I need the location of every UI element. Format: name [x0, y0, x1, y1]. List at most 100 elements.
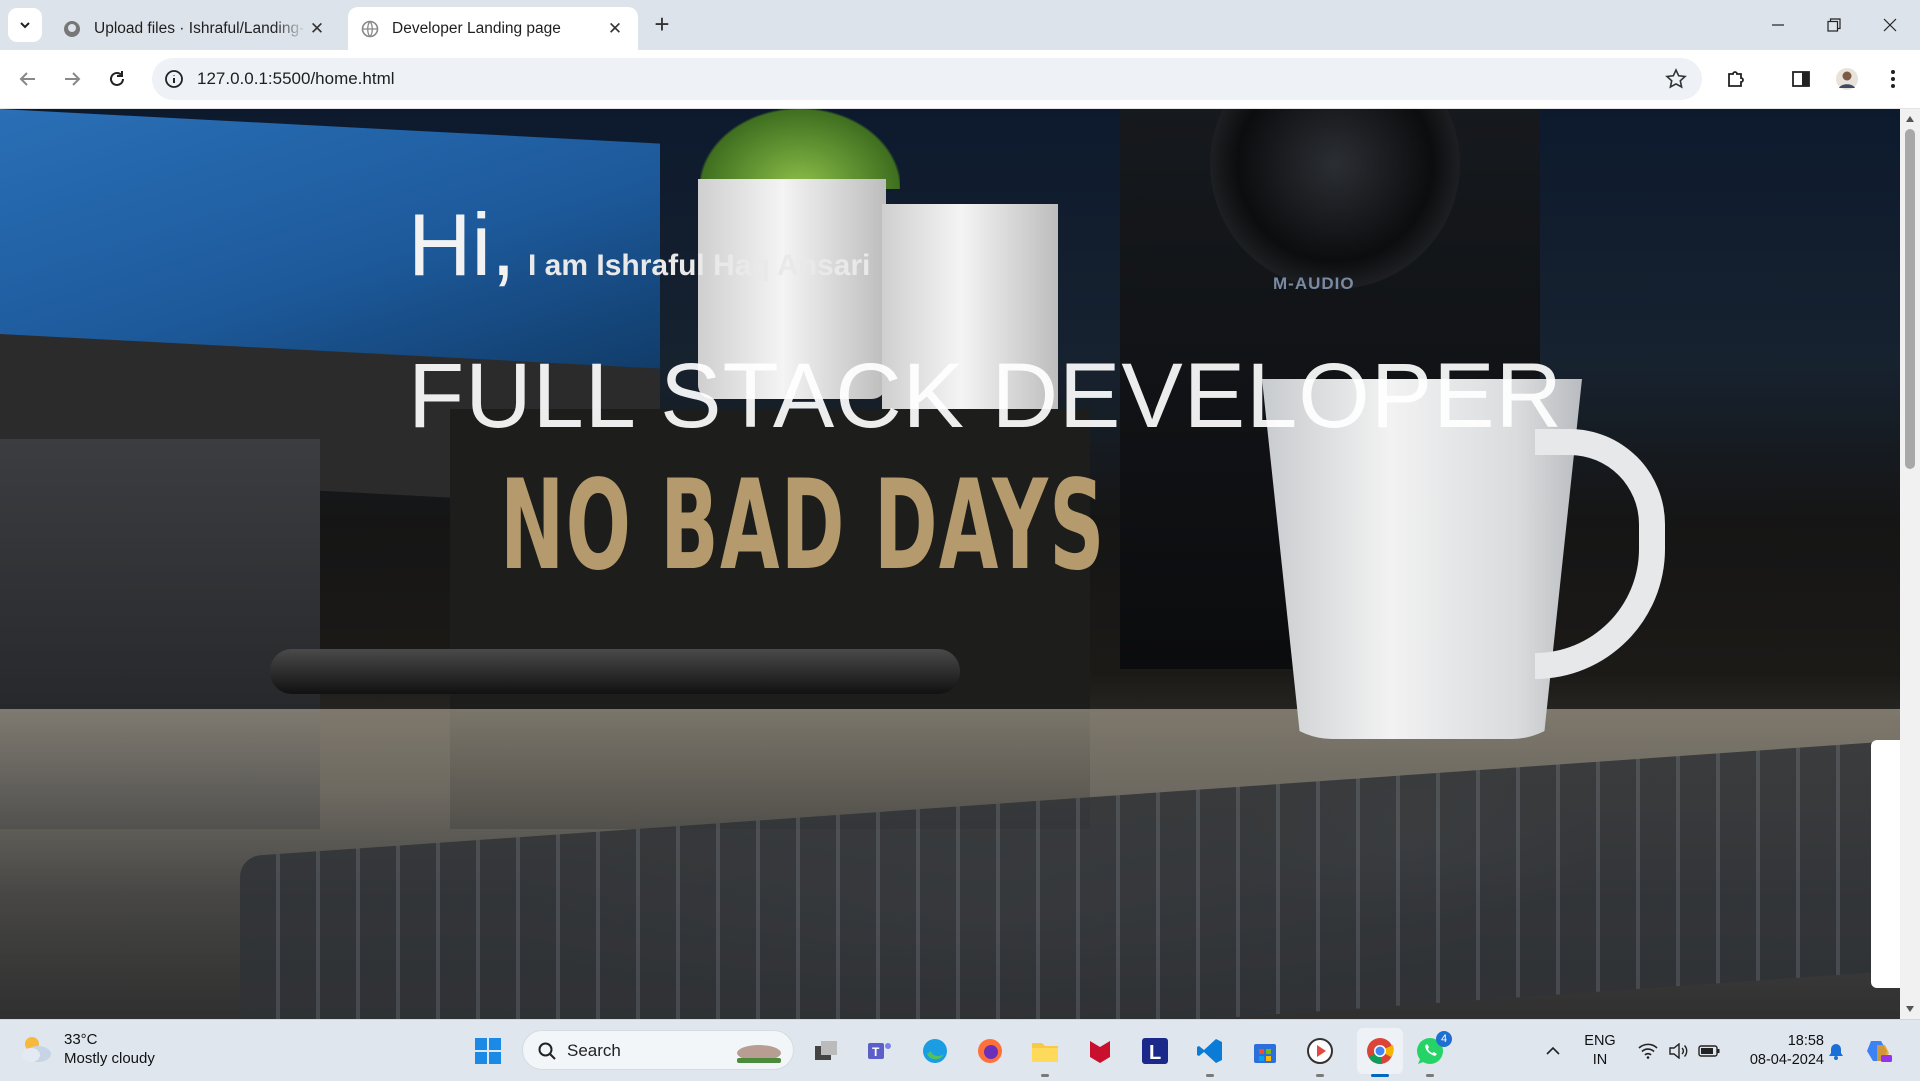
background-phone	[270, 649, 960, 694]
back-button[interactable]	[12, 63, 44, 95]
media-player-app[interactable]	[1302, 1033, 1338, 1069]
task-view-icon	[815, 1041, 837, 1060]
running-indicator	[1426, 1074, 1434, 1077]
site-info-icon[interactable]	[162, 67, 186, 91]
github-icon	[62, 19, 82, 39]
tab-title: Upload files · Ishraful/Landing-Page	[94, 19, 306, 37]
copilot-icon	[1867, 1040, 1892, 1062]
forward-button[interactable]	[56, 63, 88, 95]
svg-text:T: T	[872, 1045, 880, 1059]
whatsapp-app[interactable]: 4	[1412, 1031, 1452, 1069]
avatar-icon	[1836, 68, 1858, 90]
search-highlight-icon	[737, 1045, 781, 1063]
l-app-icon: L	[1142, 1038, 1168, 1064]
search-icon	[538, 1042, 556, 1060]
wifi-icon	[1638, 1043, 1658, 1059]
active-app-indicator	[1371, 1074, 1389, 1077]
hero-greeting: Hi, I am Ishraful Haq Ansari	[408, 201, 870, 289]
extensions-button[interactable]	[1720, 63, 1752, 95]
minimize-button[interactable]	[1750, 0, 1806, 50]
weather-temp: 33°C	[64, 1031, 98, 1048]
edge-app[interactable]	[917, 1033, 953, 1069]
notifications-button[interactable]	[1826, 1020, 1846, 1081]
copilot-button[interactable]	[1862, 1020, 1896, 1081]
tab-search-button[interactable]	[8, 8, 42, 42]
url-text[interactable]: 127.0.0.1:5500/home.html	[197, 69, 395, 89]
mcafee-icon	[1090, 1041, 1110, 1063]
arrow-left-icon	[19, 72, 35, 86]
kebab-menu-icon	[1891, 70, 1895, 88]
windows-taskbar: 33°C Mostly cloudy Search T L 4 ENG IN 1…	[0, 1019, 1920, 1081]
volume-status[interactable]	[1664, 1020, 1692, 1081]
photo-sign-text: NO BAD DAYS	[500, 454, 1106, 598]
tab-developer-landing-page[interactable]: Developer Landing page ✕	[348, 7, 638, 50]
taskbar-search-box[interactable]: Search	[522, 1030, 794, 1070]
show-hidden-icons-button[interactable]	[1538, 1020, 1568, 1081]
l-app[interactable]: L	[1137, 1033, 1173, 1069]
svg-text:L: L	[1149, 1042, 1161, 1064]
close-tab-icon[interactable]: ✕	[306, 18, 328, 40]
notification-badge: 4	[1436, 1031, 1452, 1047]
browser-menu-button[interactable]	[1877, 63, 1909, 95]
close-tab-icon[interactable]: ✕	[604, 18, 626, 40]
file-explorer-icon	[1032, 1043, 1058, 1062]
weather-widget[interactable]: 33°C Mostly cloudy	[18, 1030, 155, 1068]
task-view-button[interactable]	[808, 1033, 844, 1069]
windows-start-icon	[475, 1038, 501, 1064]
background-plant	[700, 109, 900, 189]
input-language-indicator[interactable]: ENG IN	[1572, 1032, 1628, 1070]
bookmark-star-icon[interactable]	[1664, 67, 1688, 91]
side-panel-button[interactable]	[1785, 63, 1817, 95]
page-scrollbar[interactable]	[1900, 109, 1920, 1019]
teams-app[interactable]: T	[862, 1033, 898, 1069]
firefox-icon	[978, 1039, 1002, 1063]
chevron-up-icon	[1546, 1046, 1560, 1055]
new-tab-button[interactable]: +	[648, 9, 676, 39]
chevron-down-icon	[20, 22, 30, 29]
role-title: FULL STACK DEVELOPER	[408, 345, 1563, 447]
wifi-status[interactable]	[1634, 1020, 1662, 1081]
minimize-icon	[1772, 24, 1784, 26]
restore-icon	[1827, 18, 1841, 32]
greeting-text: Hi,	[408, 195, 516, 294]
mcafee-app[interactable]	[1082, 1033, 1118, 1069]
store-icon	[1254, 1044, 1276, 1063]
firefox-app[interactable]	[972, 1033, 1008, 1069]
store-app[interactable]	[1247, 1033, 1283, 1069]
battery-status[interactable]	[1694, 1020, 1724, 1081]
system-clock[interactable]: 18:58 08-04-2024	[1734, 1032, 1824, 1070]
chrome-icon	[1367, 1038, 1394, 1065]
cloudy-weather-icon	[22, 1037, 51, 1062]
arrow-right-icon	[65, 72, 81, 86]
profile-avatar[interactable]	[1831, 63, 1863, 95]
reload-icon	[110, 71, 124, 86]
speaker-icon	[1669, 1042, 1688, 1059]
close-icon	[1883, 18, 1897, 32]
browser-tab-strip: Upload files · Ishraful/Landing-Page ✕ D…	[0, 0, 1920, 50]
vscode-app[interactable]	[1192, 1033, 1228, 1069]
scroll-thumb[interactable]	[1905, 129, 1915, 469]
bell-icon	[1829, 1043, 1843, 1060]
weather-condition: Mostly cloudy	[64, 1050, 155, 1067]
tab-upload-files[interactable]: Upload files · Ishraful/Landing-Page ✕	[50, 7, 340, 50]
clock-date: 08-04-2024	[1749, 1052, 1824, 1068]
chrome-app[interactable]	[1357, 1028, 1403, 1074]
battery-icon	[1698, 1044, 1720, 1057]
teams-icon: T	[868, 1043, 891, 1059]
page-hero-section: M-AUDIO NO BAD DAYS Hi, I am Ishraful Ha…	[0, 109, 1900, 1019]
globe-icon	[360, 19, 380, 39]
vscode-icon	[1197, 1039, 1222, 1063]
running-indicator	[1041, 1074, 1049, 1077]
start-button[interactable]	[470, 1033, 506, 1069]
reload-button[interactable]	[101, 63, 133, 95]
scroll-up-arrow-icon[interactable]	[1900, 111, 1920, 127]
language-line2: IN	[1592, 1052, 1608, 1068]
scroll-down-arrow-icon[interactable]	[1900, 1001, 1920, 1017]
address-bar[interactable]: 127.0.0.1:5500/home.html	[152, 58, 1702, 100]
running-indicator	[1206, 1074, 1214, 1077]
file-explorer-app[interactable]	[1027, 1033, 1063, 1069]
clock-time: 18:58	[1787, 1033, 1824, 1049]
floating-side-widget[interactable]	[1871, 740, 1900, 988]
close-window-button[interactable]	[1862, 0, 1918, 50]
restore-button[interactable]	[1806, 0, 1862, 50]
